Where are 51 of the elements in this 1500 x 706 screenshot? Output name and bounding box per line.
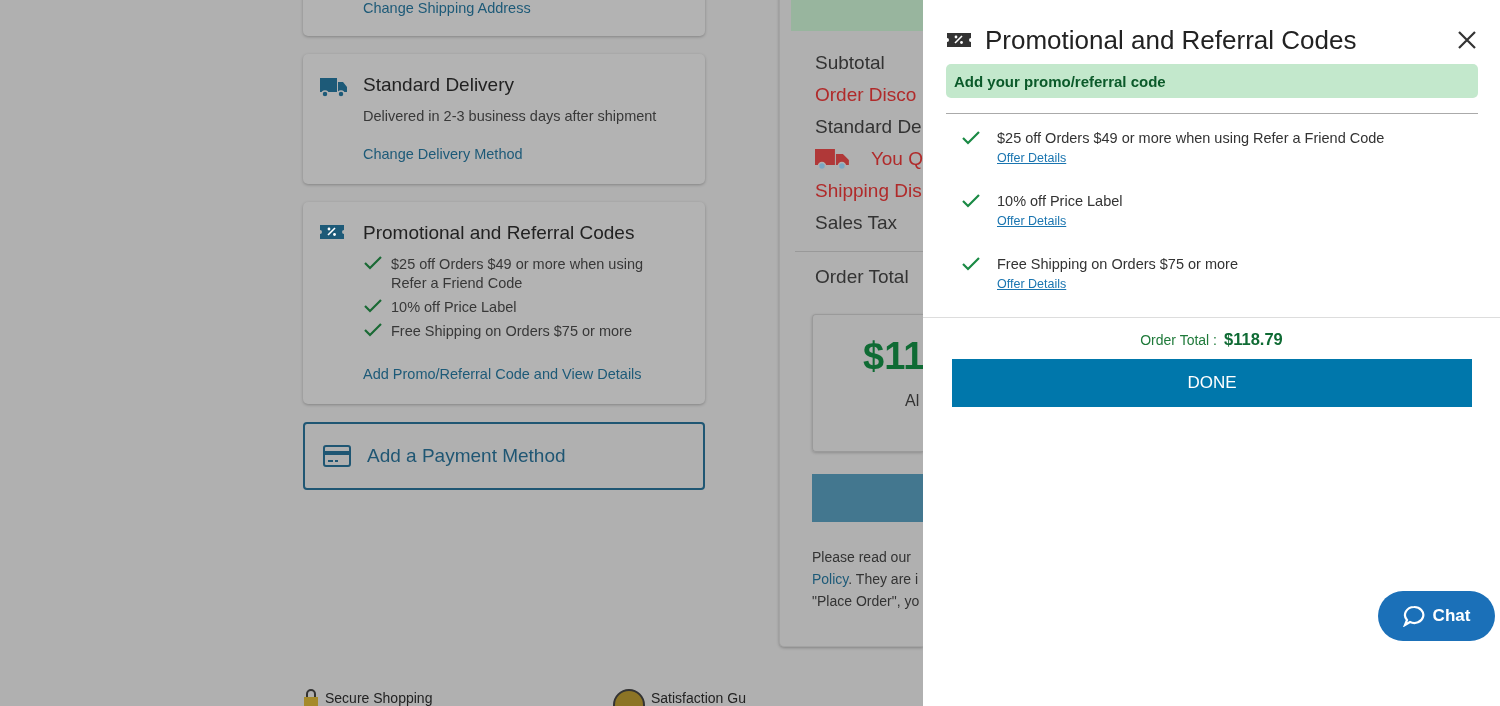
add-promo-code-banner[interactable]: Add your promo/referral code — [946, 64, 1478, 98]
summary-line: Sales Tax — [815, 211, 898, 235]
footer-text: Secure Shopping — [325, 689, 433, 706]
notice-text: Please read our — [812, 548, 912, 567]
summary-line: Subtotal — [815, 51, 885, 75]
check-icon — [363, 322, 383, 338]
check-icon — [961, 130, 981, 146]
discount-ticket-icon — [320, 224, 344, 240]
offer-text: Free Shipping on Orders $75 or more — [391, 322, 633, 341]
summary-line: Standard De — [815, 115, 922, 139]
check-icon — [961, 193, 981, 209]
check-icon — [363, 255, 383, 271]
notice-text: "Place Order", yo — [812, 592, 921, 611]
change-delivery-method-link[interactable]: Change Delivery Method — [363, 146, 657, 162]
credit-card-icon — [323, 445, 351, 467]
offer-text: 10% off Price Label — [391, 298, 518, 317]
discount-ticket-icon — [947, 32, 971, 48]
notice-text: . They are i — [848, 571, 919, 587]
drawer-title: Promotional and Referral Codes — [985, 24, 1358, 56]
change-shipping-address-link[interactable]: Change Shipping Address — [363, 0, 531, 16]
truck-icon — [815, 147, 851, 171]
add-payment-method-button[interactable]: Add a Payment Method — [303, 422, 705, 490]
offer-details-link[interactable]: Offer Details — [997, 277, 1067, 291]
chat-bubble-icon — [1402, 605, 1425, 627]
offer-text: 10% off Price Label — [997, 193, 1123, 209]
truck-icon — [320, 76, 347, 98]
check-icon — [961, 256, 981, 272]
add-promo-code-link[interactable]: Add Promo/Referral Code and View Details — [363, 366, 661, 382]
card-title: Promotional and Referral Codes — [363, 222, 636, 244]
order-total-amount: $118.79 — [1224, 330, 1283, 349]
summary-line: Shipping Dis — [815, 179, 922, 203]
offer-text: $25 off Orders $49 or more when using Refer a Friend Code — [997, 130, 1385, 146]
total-note: Al — [905, 392, 920, 410]
order-total-label: Order Total — [814, 265, 910, 288]
close-button[interactable] — [1456, 29, 1478, 51]
offer-details-link[interactable]: Offer Details — [997, 151, 1067, 165]
order-total-label: Order Total : — [1140, 332, 1217, 348]
card-title: Standard Delivery — [363, 74, 516, 96]
total-amount: $11 — [863, 335, 925, 378]
summary-line: You Q — [870, 147, 923, 171]
footer-text: Satisfaction Gu — [651, 689, 746, 706]
chat-button[interactable]: Chat — [1378, 591, 1495, 641]
check-icon — [363, 298, 383, 314]
offer-text: $25 off Orders $49 or more when using Refer a Friend Code — [391, 255, 644, 293]
offer-details-link[interactable]: Offer Details — [997, 214, 1067, 228]
summary-line: Order Disco — [815, 83, 917, 107]
offer-text: Free Shipping on Orders $75 or more — [997, 256, 1238, 272]
seal-icon — [613, 689, 645, 706]
done-button[interactable]: DONE — [952, 359, 1472, 407]
delivery-description: Delivered in 2-3 business days after shipment — [363, 108, 657, 124]
lock-icon — [303, 689, 319, 706]
